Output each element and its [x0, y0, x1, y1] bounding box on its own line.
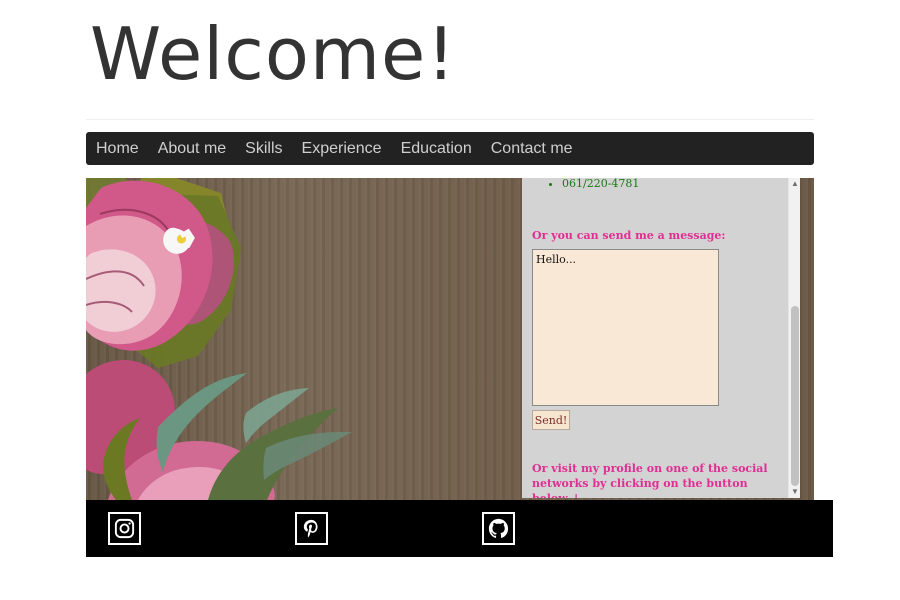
nav-item-education[interactable]: Education	[401, 140, 472, 158]
pinterest-icon-glyph	[303, 519, 318, 538]
message-prompt: Or you can send me a message:	[532, 229, 726, 242]
instagram-icon[interactable]	[108, 512, 141, 545]
scrollbar-thumb[interactable]	[791, 306, 799, 486]
phone-list: 061/220-4781	[546, 178, 639, 190]
social-footer	[86, 500, 833, 557]
instagram-icon-glyph	[114, 518, 135, 539]
pinterest-icon[interactable]	[295, 512, 328, 545]
contact-hero: 061/220-4781 Or you can send me a messag…	[86, 178, 814, 500]
message-textarea[interactable]: Hello...	[532, 249, 719, 406]
send-button[interactable]: Send!	[532, 410, 570, 430]
phone-number: 061/220-4781	[562, 178, 639, 190]
github-icon-glyph	[488, 518, 509, 538]
contact-panel: 061/220-4781 Or you can send me a messag…	[522, 178, 800, 498]
rose-illustration	[86, 178, 352, 500]
panel-scrollbar[interactable]: ▲ ▼	[788, 178, 800, 498]
github-icon[interactable]	[482, 512, 515, 545]
nav-item-experience[interactable]: Experience	[302, 140, 382, 158]
page-title: Welcome!	[90, 12, 457, 96]
nav-item-skills[interactable]: Skills	[245, 140, 282, 158]
scroll-down-icon[interactable]: ▼	[789, 486, 800, 498]
nav-item-contact-me[interactable]: Contact me	[491, 140, 573, 158]
scroll-up-icon[interactable]: ▲	[789, 178, 800, 190]
nav-item-home[interactable]: Home	[96, 140, 139, 158]
social-prompt: Or visit my profile on one of the social…	[532, 462, 768, 498]
nav-item-about-me[interactable]: About me	[158, 140, 226, 158]
page-header: Welcome!	[86, 0, 814, 120]
top-navbar: Home About me Skills Experience Educatio…	[86, 132, 814, 165]
